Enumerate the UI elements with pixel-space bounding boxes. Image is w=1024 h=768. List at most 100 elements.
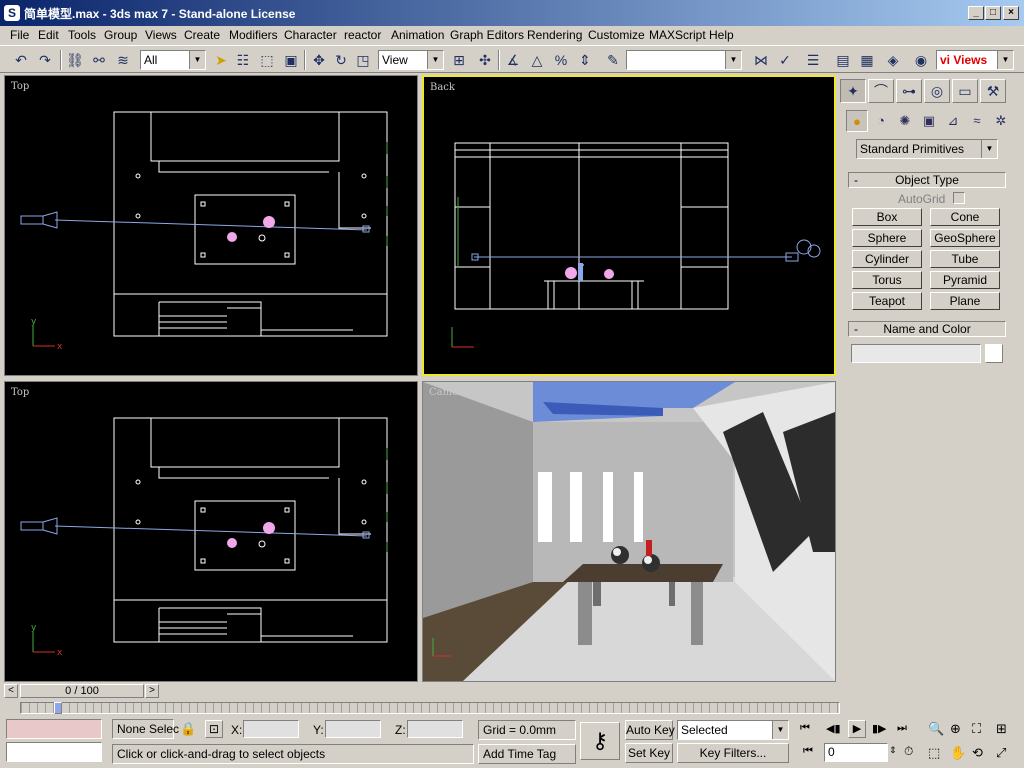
utilities-tab-icon[interactable]: ⚒ (980, 79, 1006, 103)
menu-file[interactable]: File (10, 28, 29, 42)
go-to-start-icon[interactable]: ⏮ (800, 722, 810, 735)
select-and-scale-icon[interactable]: ◳ (352, 49, 374, 71)
go-to-end-icon[interactable]: ⏭ (897, 722, 907, 735)
schematic-view-icon[interactable]: ▦ (856, 49, 878, 71)
pan-icon[interactable]: ✋ (950, 745, 966, 761)
angle-snap-icon[interactable]: △ (526, 49, 548, 71)
time-slider[interactable]: 0 / 100 (20, 684, 144, 698)
viewport-camera[interactable]: Camera01 (422, 381, 836, 682)
arc-rotate-icon[interactable]: ⟲ (972, 745, 983, 761)
time-configuration-icon[interactable]: ⏱ (904, 744, 913, 759)
primitive-category-dropdown[interactable]: Standard Primitives ▼ (856, 139, 998, 159)
menu-views[interactable]: Views (145, 28, 177, 42)
key-mode-dropdown[interactable]: Selected ▼ (677, 720, 789, 740)
viewport-top-lower[interactable]: Top y x (4, 381, 418, 682)
zoom-icon[interactable]: 🔍 (928, 721, 944, 737)
named-selection-dropdown[interactable]: ▼ (626, 50, 742, 70)
snap-toggle-icon[interactable]: ∡ (502, 49, 524, 71)
unlink-icon[interactable]: ⚯ (88, 49, 110, 71)
tube-button[interactable]: Tube (930, 250, 1000, 268)
menu-customize[interactable]: Customize (588, 28, 645, 42)
align-icon[interactable]: ✓ (774, 49, 796, 71)
menu-edit[interactable]: Edit (38, 28, 59, 42)
teapot-button[interactable]: Teapot (852, 292, 922, 310)
geometry-icon[interactable]: ● (846, 110, 868, 132)
track-bar[interactable] (20, 702, 840, 714)
viewport-top-upper[interactable]: Top y x (4, 75, 418, 376)
menu-maxscript[interactable]: MAXScript (649, 28, 706, 42)
auto-key-button[interactable]: Auto Key (625, 720, 675, 740)
current-frame-input[interactable]: 0 (824, 743, 888, 762)
percent-snap-icon[interactable]: % (550, 49, 572, 71)
cameras-icon[interactable]: ▣ (918, 110, 940, 132)
region-zoom-icon[interactable]: ⬚ (928, 745, 940, 761)
track-bar-thumb[interactable] (54, 702, 62, 714)
render-type-dropdown[interactable]: vi Views ▼ (936, 50, 1014, 70)
spinner-snap-icon[interactable]: ⇕ (574, 49, 596, 71)
menu-modifiers[interactable]: Modifiers (229, 28, 278, 42)
previous-frame-icon[interactable]: ◀▮ (826, 722, 841, 735)
menu-animation[interactable]: Animation (391, 28, 444, 42)
undo-icon[interactable]: ↶ (10, 49, 32, 71)
curve-editor-icon[interactable]: ▤ (832, 49, 854, 71)
maximize-viewport-icon[interactable]: ⤢ (996, 745, 1006, 761)
x-coordinate-input[interactable] (243, 720, 299, 738)
display-tab-icon[interactable]: ▭ (952, 79, 978, 103)
plane-button[interactable]: Plane (930, 292, 1000, 310)
menu-graph-editors[interactable]: Graph Editors (450, 28, 524, 42)
set-key-button[interactable]: Set Key (625, 743, 673, 763)
select-object-icon[interactable]: ➤ (210, 49, 232, 71)
torus-button[interactable]: Torus (852, 271, 922, 289)
manipulate-icon[interactable]: ✣ (474, 49, 496, 71)
geosphere-button[interactable]: GeoSphere (930, 229, 1000, 247)
object-type-rollout[interactable]: - Object Type (848, 172, 1006, 188)
key-filters-button[interactable]: Key Filters... (677, 743, 789, 763)
name-color-rollout[interactable]: - Name and Color (848, 321, 1006, 337)
layer-manager-icon[interactable]: ☰ (802, 49, 824, 71)
redo-icon[interactable]: ↷ (34, 49, 56, 71)
3ds-max-icon[interactable]: S (4, 5, 20, 21)
cylinder-button[interactable]: Cylinder (852, 250, 922, 268)
timeline-next-button[interactable]: > (145, 684, 159, 698)
menu-character[interactable]: Character (284, 28, 337, 42)
select-and-rotate-icon[interactable]: ↻ (330, 49, 352, 71)
select-and-link-icon[interactable]: ⛓ (64, 49, 86, 71)
zoom-all-icon[interactable]: ⊕ (950, 721, 961, 737)
reference-coord-dropdown[interactable]: View ▼ (378, 50, 444, 70)
menu-group[interactable]: Group (104, 28, 137, 42)
edit-named-selection-icon[interactable]: ✎ (602, 49, 624, 71)
object-name-input[interactable] (851, 344, 981, 363)
selection-filter-dropdown[interactable]: All ▼ (140, 50, 206, 70)
menu-reactor[interactable]: reactor (344, 28, 381, 42)
box-button[interactable]: Box (852, 208, 922, 226)
mirror-icon[interactable]: ⋈ (750, 49, 772, 71)
maxscript-listener-white[interactable] (6, 742, 102, 762)
systems-icon[interactable]: ✲ (990, 110, 1012, 132)
select-and-move-icon[interactable]: ✥ (308, 49, 330, 71)
add-time-tag-button[interactable]: Add Time Tag (478, 744, 576, 764)
zoom-extents-icon[interactable]: ⛶ (972, 721, 981, 737)
absolute-mode-icon[interactable]: ⊡ (205, 720, 223, 738)
shapes-icon[interactable]: ◔ (870, 110, 892, 132)
object-color-swatch[interactable] (985, 344, 1003, 363)
zoom-extents-all-icon[interactable]: ⊞ (996, 721, 1007, 737)
timeline-prev-button[interactable]: < (4, 684, 18, 698)
lock-selection-icon[interactable]: 🔒 (180, 721, 196, 737)
viewport-back[interactable]: Back (422, 75, 836, 376)
autogrid-checkbox[interactable] (953, 192, 965, 204)
z-coordinate-input[interactable] (407, 720, 463, 738)
rectangular-selection-icon[interactable]: ⬚ (256, 49, 278, 71)
menu-help[interactable]: Help (709, 28, 734, 42)
maximize-button[interactable]: □ (985, 6, 1001, 20)
close-button[interactable]: × (1003, 6, 1019, 20)
space-warps-icon[interactable]: ≈ (966, 110, 988, 132)
play-icon[interactable]: ▶ (848, 720, 866, 738)
create-tab-icon[interactable]: ✦ (840, 79, 866, 103)
next-frame-icon[interactable]: ▮▶ (872, 722, 887, 735)
hierarchy-tab-icon[interactable]: ⊶ (896, 79, 922, 103)
menu-rendering[interactable]: Rendering (527, 28, 582, 42)
minimize-button[interactable]: _ (968, 6, 984, 20)
lights-icon[interactable]: ✺ (894, 110, 916, 132)
set-key-icon[interactable]: ⚷ (580, 722, 620, 760)
pyramid-button[interactable]: Pyramid (930, 271, 1000, 289)
